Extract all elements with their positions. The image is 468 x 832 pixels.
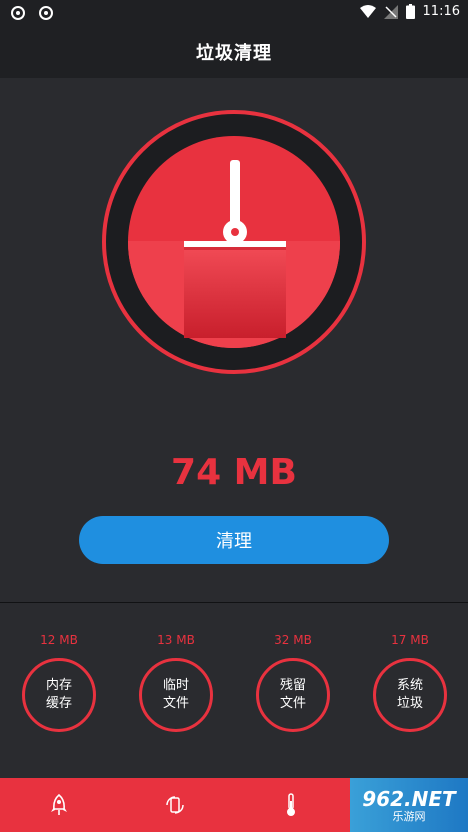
category-memory-cache[interactable]: 12 MB 内存 缓存 <box>9 630 109 732</box>
nav-boost[interactable] <box>44 790 74 820</box>
clean-status-graphic[interactable] <box>100 108 368 376</box>
category-ring[interactable]: 残留 文件 <box>256 658 330 732</box>
junk-size: 74 MB <box>171 452 297 493</box>
category-label-line1: 系统 <box>396 678 423 693</box>
sync-icon <box>39 6 53 20</box>
status-bar: 11:16 <box>0 0 468 26</box>
category-size: 32 MB <box>274 633 312 647</box>
category-label-line1: 内存 <box>45 678 72 693</box>
battery-icon <box>405 4 415 19</box>
junk-categories: 12 MB 内存 缓存 13 MB 临时 文件 32 MB 残留 文件 17 M… <box>0 630 468 750</box>
category-ring[interactable]: 临时 文件 <box>139 658 213 732</box>
sync-icon <box>11 6 25 20</box>
category-ring[interactable]: 系统 垃圾 <box>373 658 447 732</box>
category-label-line1: 临时 <box>162 678 189 693</box>
wifi-icon <box>359 4 376 18</box>
nav-cooling[interactable] <box>276 790 306 820</box>
category-ring[interactable]: 内存 缓存 <box>22 658 96 732</box>
category-size: 12 MB <box>40 633 78 647</box>
category-size: 17 MB <box>391 633 429 647</box>
divider <box>0 602 468 603</box>
phone-refresh-icon <box>166 796 184 814</box>
nav-phone-refresh[interactable] <box>160 790 190 820</box>
category-label-line2: 文件 <box>162 696 189 711</box>
clean-button-label: 清理 <box>216 531 252 552</box>
clock: 11:16 <box>422 4 460 19</box>
page-title: 垃圾清理 <box>196 43 272 64</box>
category-label-line1: 残留 <box>279 678 306 693</box>
site-watermark: 962.NET 乐游网 <box>350 778 468 832</box>
system-indicators: 11:16 <box>359 4 460 19</box>
no-signal-icon <box>383 4 398 19</box>
rocket-icon <box>51 794 67 815</box>
category-size: 13 MB <box>157 633 195 647</box>
clean-button[interactable]: 清理 <box>79 516 389 564</box>
thermometer-icon <box>287 793 295 816</box>
app-bar: 垃圾清理 <box>0 26 468 78</box>
category-label-line2: 垃圾 <box>396 696 423 711</box>
watermark-main: 962.NET <box>362 786 456 811</box>
category-system-junk[interactable]: 17 MB 系统 垃圾 <box>360 630 460 732</box>
notification-icons <box>10 5 54 21</box>
category-temp-files[interactable]: 13 MB 临时 文件 <box>126 630 226 732</box>
category-label-line2: 文件 <box>279 696 306 711</box>
category-label-line2: 缓存 <box>45 696 72 711</box>
category-residual-files[interactable]: 32 MB 残留 文件 <box>243 630 343 732</box>
watermark-sub: 乐游网 <box>392 809 426 823</box>
